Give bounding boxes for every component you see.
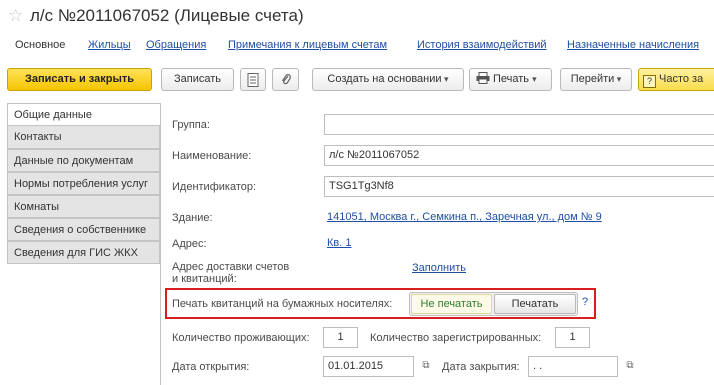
calendar-icon-close[interactable]: ⧉ bbox=[622, 358, 638, 374]
tab-owner[interactable]: Сведения о собственнике bbox=[7, 218, 160, 241]
calendar-icon[interactable]: ⧉ bbox=[418, 358, 434, 374]
group-label: Группа: bbox=[172, 119, 210, 131]
print-label: Печать bbox=[493, 73, 530, 85]
create-based-on-button[interactable]: Создать на основании bbox=[312, 68, 464, 91]
name-label: Наименование: bbox=[172, 150, 252, 162]
building-label: Здание: bbox=[172, 212, 213, 224]
nav-charges[interactable]: Назначенные начисления bbox=[567, 38, 699, 52]
close-date-field[interactable]: . . bbox=[528, 356, 618, 377]
print-option[interactable]: Печатать bbox=[494, 294, 576, 314]
tab-rooms[interactable]: Комнаты bbox=[7, 195, 160, 218]
nav-main[interactable]: Основное bbox=[15, 38, 65, 52]
question-icon: ? bbox=[643, 75, 656, 88]
tab-contacts[interactable]: Контакты bbox=[7, 126, 160, 149]
do-not-print-option[interactable]: Не печатать bbox=[411, 294, 492, 314]
fill-delivery-link[interactable]: Заполнить bbox=[412, 261, 466, 275]
nav-requests[interactable]: Обращения bbox=[146, 38, 206, 52]
building-link[interactable]: 141051, Москва г., Семкина п., Заречная … bbox=[327, 210, 602, 224]
group-field[interactable] bbox=[324, 114, 714, 135]
tab-norms[interactable]: Нормы потребления услуг bbox=[7, 172, 160, 195]
open-date-label: Дата открытия: bbox=[172, 361, 250, 373]
document-list-icon bbox=[247, 73, 259, 87]
save-button[interactable]: Записать bbox=[161, 68, 234, 91]
help-icon[interactable]: ? bbox=[582, 296, 588, 308]
tab-documents[interactable]: Данные по документам bbox=[7, 149, 160, 172]
registered-field[interactable]: 1 bbox=[555, 327, 590, 348]
name-field[interactable]: л/с №2011067052 bbox=[324, 145, 714, 166]
identifier-label: Идентификатор: bbox=[172, 181, 257, 193]
nav-residents[interactable]: Жильцы bbox=[88, 38, 131, 52]
faq-button[interactable]: ? Часто за bbox=[638, 68, 714, 91]
attach-button[interactable] bbox=[272, 68, 299, 91]
nav-history[interactable]: История взаимодействий bbox=[417, 38, 547, 52]
paperclip-icon bbox=[281, 73, 291, 85]
printer-icon bbox=[476, 72, 490, 84]
nav-notes[interactable]: Примечания к лицевым счетам bbox=[228, 38, 387, 52]
faq-label: Часто за bbox=[659, 73, 704, 85]
print-button[interactable]: Печать bbox=[469, 68, 552, 91]
go-to-button[interactable]: Перейти bbox=[560, 68, 632, 91]
paper-print-label: Печать квитанций на бумажных носителях: bbox=[172, 298, 393, 310]
save-and-close-button[interactable]: Записать и закрыть bbox=[7, 68, 152, 91]
address-link[interactable]: Кв. 1 bbox=[327, 236, 351, 250]
tab-general[interactable]: Общие данные bbox=[7, 103, 160, 126]
identifier-field[interactable]: TSG1Tg3Nf8 bbox=[324, 176, 714, 197]
open-date-field[interactable]: 01.01.2015 bbox=[323, 356, 414, 377]
page-title: л/с №2011067052 (Лицевые счета) bbox=[30, 6, 304, 25]
favorite-star-icon[interactable]: ☆ bbox=[8, 6, 23, 26]
tabs-divider bbox=[160, 103, 161, 385]
address-label: Адрес: bbox=[172, 238, 207, 250]
tab-gis[interactable]: Сведения для ГИС ЖКХ bbox=[7, 241, 160, 264]
residents-label: Количество проживающих: bbox=[172, 332, 310, 344]
residents-field[interactable]: 1 bbox=[323, 327, 358, 348]
document-list-button[interactable] bbox=[240, 68, 266, 91]
registered-label: Количество зарегистрированных: bbox=[370, 332, 542, 344]
delivery-address-label-2: и квитанций: bbox=[172, 273, 237, 285]
close-date-label: Дата закрытия: bbox=[442, 361, 520, 373]
